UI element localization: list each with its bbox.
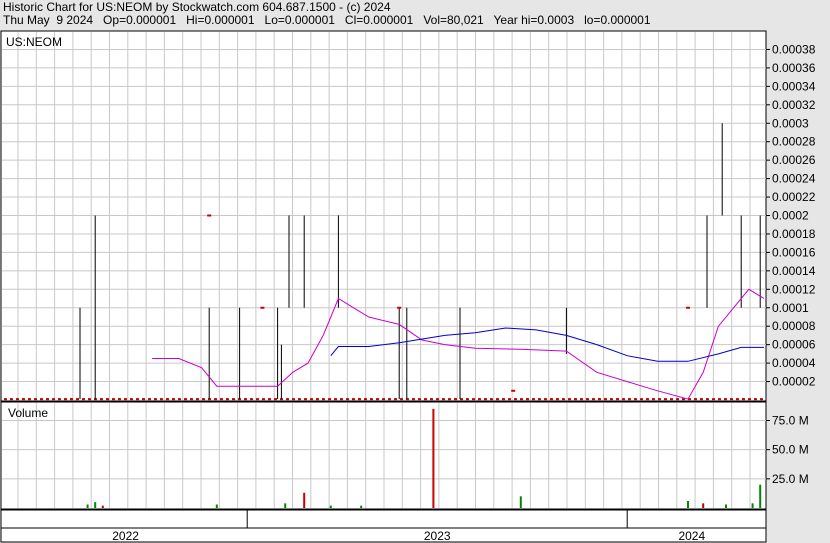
price-close-tick: [686, 306, 690, 309]
price-y-tick-label: 0.00028: [772, 135, 816, 149]
price-y-tick-label: 0.00016: [772, 245, 816, 259]
volume-bar: [101, 505, 104, 508]
price-y-tick-label: 0.00004: [772, 356, 816, 370]
price-y-tick-label: 0.00036: [772, 61, 816, 75]
year-axis: 2022 2023 2024: [0, 509, 767, 543]
volume-bar: [86, 504, 89, 508]
year-label: 2022: [112, 529, 139, 543]
price-y-tick-label: 0.00038: [772, 42, 816, 56]
volume-y-tick-label: 75.0 M: [772, 414, 809, 428]
price-panel-title: US:NEOM: [6, 35, 62, 49]
price-y-ticks: 0.00002 0.00004 0.00006 0.00008 0.0001 0.0001…: [766, 42, 816, 389]
price-y-tick-label: 0.00002: [772, 375, 816, 389]
volume-bar: [725, 504, 727, 508]
year-label: 2023: [424, 529, 451, 543]
volume-panel-title: Volume: [8, 406, 48, 420]
price-y-tick-label: 0.00008: [772, 319, 816, 333]
price-close-tick: [207, 214, 212, 217]
volume-bar: [519, 496, 522, 508]
volume-bar: [751, 503, 754, 508]
volume-y-tick-label: 50.0 M: [772, 443, 809, 457]
price-y-tick-label: 0.00022: [772, 190, 816, 204]
volume-bar: [215, 504, 218, 508]
price-y-tick-label: 0.00012: [772, 282, 816, 296]
volume-bar: [360, 505, 363, 508]
volume-bar: [759, 484, 762, 508]
price-y-tick-label: 0.0002: [772, 209, 809, 223]
volume-y-ticks: 25.0 M 50.0 M 75.0 M: [766, 414, 809, 486]
price-close-tick: [511, 389, 516, 392]
volume-y-tick-label: 25.0 M: [772, 472, 809, 486]
price-y-tick-label: 0.00006: [772, 338, 816, 352]
volume-bar: [687, 501, 689, 508]
volume-bar: [284, 503, 287, 508]
volume-bar: [702, 503, 705, 508]
chart-page: Historic Chart for US:NEOM by Stockwatch…: [0, 0, 830, 543]
volume-bar: [432, 408, 435, 508]
price-y-tick-label: 0.0001: [772, 301, 809, 315]
price-y-tick-label: 0.00014: [772, 264, 816, 278]
volume-bar: [329, 505, 332, 508]
price-close-tick: [260, 306, 265, 309]
volume-panel: 25.0 M 50.0 M 75.0 M Volume: [0, 401, 809, 510]
price-y-tick-label: 0.0003: [772, 116, 809, 130]
chart-svg: 0.00002 0.00004 0.00006 0.00008 0.0001 0.0001…: [0, 30, 816, 543]
year-label: 2024: [678, 529, 705, 543]
price-y-tick-label: 0.00026: [772, 153, 816, 167]
price-y-tick-label: 0.00032: [772, 98, 816, 112]
price-y-tick-label: 0.00018: [772, 227, 816, 241]
volume-bar: [94, 502, 97, 508]
price-close-tick: [397, 306, 402, 309]
price-panel: 0.00002 0.00004 0.00006 0.00008 0.0001 0.0001…: [0, 30, 816, 402]
price-y-tick-label: 0.00024: [772, 172, 816, 186]
price-y-tick-label: 0.00034: [772, 79, 816, 93]
volume-bar: [303, 492, 306, 508]
